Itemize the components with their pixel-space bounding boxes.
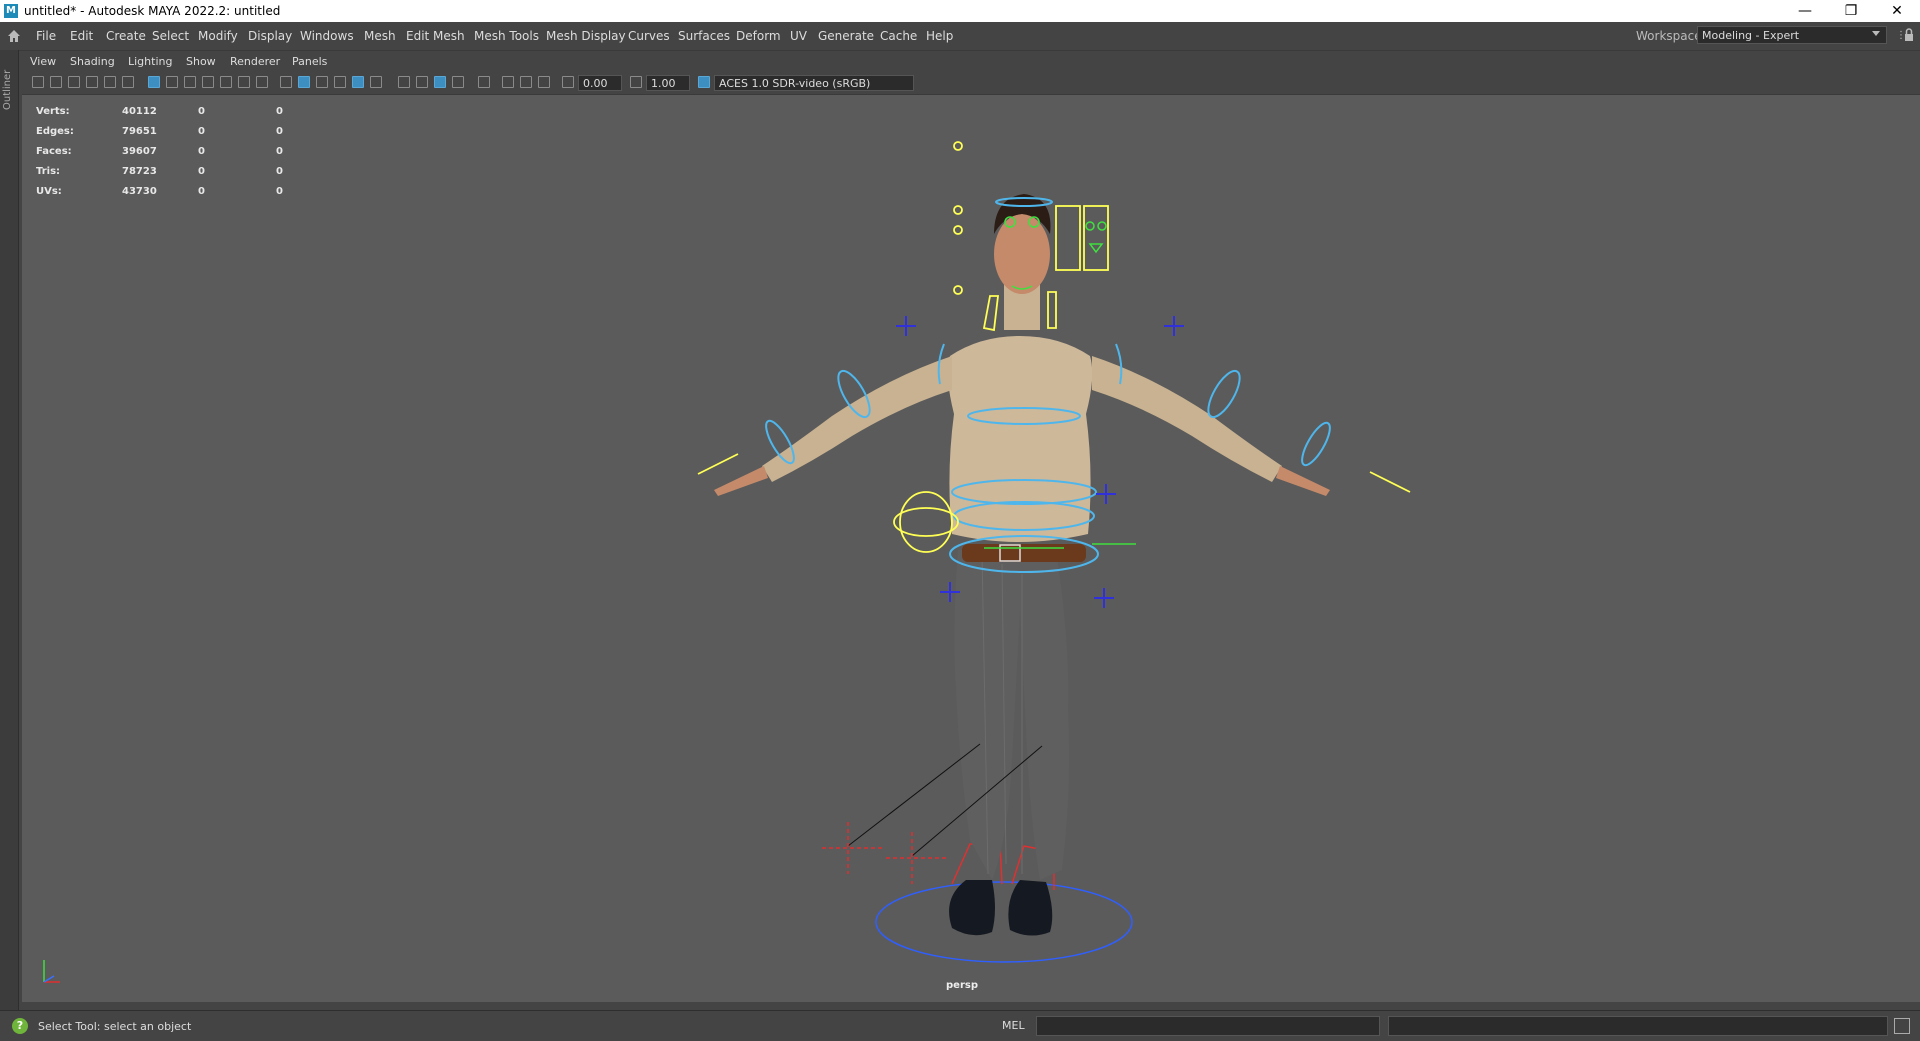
pants[interactable] (954, 550, 1070, 880)
screen-space-ao-icon[interactable] (398, 76, 410, 88)
viewport-toolbar: 0.00 1.00 ACES 1.0 SDR-video (sRGB) (22, 72, 1920, 95)
chevron-down-icon[interactable] (1872, 31, 1880, 36)
textured-icon[interactable] (334, 76, 346, 88)
film-gate-icon[interactable] (166, 76, 178, 88)
select-camera-icon[interactable] (32, 76, 44, 88)
menu-file[interactable]: File (36, 29, 56, 43)
outliner-tab-label[interactable]: Outliner (2, 70, 13, 110)
resolution-gate-icon[interactable] (184, 76, 196, 88)
panel-menu-panels[interactable]: Panels (292, 55, 327, 68)
menu-deform[interactable]: Deform (736, 29, 781, 43)
head[interactable] (994, 214, 1050, 294)
isolate-select-icon[interactable] (478, 76, 490, 88)
workspace-label: Workspace: (1636, 29, 1706, 43)
depth-of-field-icon[interactable] (452, 76, 464, 88)
wireframe-on-shaded-icon[interactable] (316, 76, 328, 88)
motion-blur-icon[interactable] (416, 76, 428, 88)
panel-menu-show[interactable]: Show (186, 55, 216, 68)
menu-edit-mesh[interactable]: Edit Mesh (406, 29, 465, 43)
right-shoe[interactable] (1008, 880, 1053, 936)
menu-mesh-tools[interactable]: Mesh Tools (474, 29, 539, 43)
belt (962, 544, 1086, 562)
menu-mesh[interactable]: Mesh (364, 29, 396, 43)
two-d-pan-zoom-icon[interactable] (104, 76, 116, 88)
menu-uv[interactable]: UV (790, 29, 807, 43)
menu-edit[interactable]: Edit (70, 29, 93, 43)
menu-select[interactable]: Select (152, 29, 189, 43)
image-plane-icon[interactable] (86, 76, 98, 88)
viewport-panel[interactable]: View Shading Lighting Show Renderer Pane… (22, 52, 1920, 1002)
panel-menu-view[interactable]: View (30, 55, 56, 68)
right-hand[interactable] (714, 466, 768, 496)
minimize-button[interactable]: — (1782, 0, 1828, 22)
safe-action-icon[interactable] (238, 76, 250, 88)
field-chart-icon[interactable] (220, 76, 232, 88)
more-options-icon[interactable]: ⋮ (1896, 31, 1906, 41)
grease-pencil-icon[interactable] (122, 76, 134, 88)
safe-title-icon[interactable] (256, 76, 268, 88)
panel-menu-shading[interactable]: Shading (70, 55, 115, 68)
status-bar: ? Select Tool: select an object MEL (0, 1010, 1920, 1041)
left-shoe[interactable] (949, 880, 995, 936)
camera-attributes-icon[interactable] (50, 76, 62, 88)
camera-name-label: persp (946, 980, 978, 991)
panel-menu-bar: View Shading Lighting Show Renderer Pane… (22, 52, 1920, 72)
command-result-field (1388, 1016, 1888, 1036)
menu-display[interactable]: Display (248, 29, 292, 43)
main-menu-bar: File Edit Create Select Modify Display W… (0, 22, 1920, 51)
help-line-text: Select Tool: select an object (38, 1020, 192, 1033)
menu-windows[interactable]: Windows (300, 29, 354, 43)
xray-active-components-icon[interactable] (520, 76, 532, 88)
wireframe-icon[interactable] (280, 76, 292, 88)
menu-modify[interactable]: Modify (198, 29, 238, 43)
title-bar: M untitled* - Autodesk MAYA 2022.2: unti… (0, 0, 1920, 22)
grid-icon[interactable] (148, 76, 160, 88)
menu-cache[interactable]: Cache (880, 29, 917, 43)
menu-mesh-display[interactable]: Mesh Display (546, 29, 626, 43)
help-icon[interactable]: ? (12, 1018, 28, 1034)
anti-aliasing-icon[interactable] (434, 76, 446, 88)
script-editor-icon[interactable] (1894, 1018, 1910, 1034)
knee-pole-lines (847, 743, 1043, 857)
root-control-circle[interactable] (875, 881, 1133, 963)
menu-generate[interactable]: Generate (818, 29, 874, 43)
menu-surfaces[interactable]: Surfaces (678, 29, 730, 43)
view-axis-icon (43, 960, 60, 983)
knee-locators[interactable] (822, 822, 946, 884)
color-management-icon[interactable] (698, 76, 710, 88)
home-icon[interactable] (6, 28, 22, 44)
exposure-field[interactable]: 0.00 (578, 75, 622, 91)
view-transform-dropdown[interactable]: ACES 1.0 SDR-video (sRGB) (714, 75, 914, 91)
sweater-torso[interactable] (947, 336, 1093, 542)
use-all-lights-icon[interactable] (352, 76, 364, 88)
outliner-toggle-strip[interactable]: Outliner (0, 50, 19, 1010)
close-button[interactable]: ✕ (1874, 0, 1920, 22)
menu-curves[interactable]: Curves (628, 29, 670, 43)
panel-menu-lighting[interactable]: Lighting (128, 55, 172, 68)
window-title: untitled* - Autodesk MAYA 2022.2: untitl… (24, 4, 281, 18)
gate-mask-icon[interactable] (202, 76, 214, 88)
command-language-toggle[interactable]: MEL (1002, 1019, 1025, 1032)
panel-menu-renderer[interactable]: Renderer (230, 55, 280, 68)
shadows-icon[interactable] (370, 76, 382, 88)
command-line-input[interactable] (1036, 1016, 1380, 1036)
left-hand[interactable] (1276, 466, 1330, 496)
exposure-icon[interactable] (562, 76, 574, 88)
workspace-dropdown[interactable]: Modeling - Expert (1697, 26, 1887, 44)
menu-create[interactable]: Create (106, 29, 146, 43)
maya-logo-icon: M (4, 4, 18, 18)
rigged-character-scene[interactable] (22, 94, 1920, 1002)
bookmark-icon[interactable] (68, 76, 80, 88)
menu-help[interactable]: Help (926, 29, 953, 43)
lock-icon[interactable] (1904, 28, 1914, 42)
smooth-shade-icon[interactable] (298, 76, 310, 88)
gamma-field[interactable]: 1.00 (646, 75, 690, 91)
restore-button[interactable]: ❐ (1828, 0, 1874, 22)
xray-joints-icon[interactable] (538, 76, 550, 88)
xray-icon[interactable] (502, 76, 514, 88)
gamma-icon[interactable] (630, 76, 642, 88)
